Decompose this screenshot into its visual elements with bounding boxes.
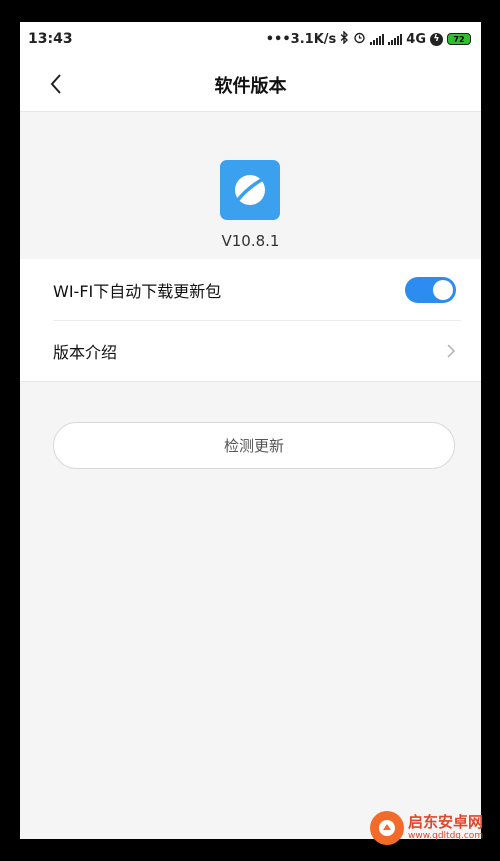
battery-icon: 72: [447, 33, 471, 45]
app-logo-icon: [235, 175, 265, 205]
status-indicators: •••3.1K/s 4G ϟ 72: [265, 29, 471, 48]
setting-wifi-auto-download: WI-FI下自动下载更新包: [20, 259, 481, 320]
watermark-url: www.qdltdq.com: [408, 831, 484, 842]
battery-level: 72: [453, 34, 465, 44]
settings-list: WI-FI下自动下载更新包 版本介绍: [20, 259, 481, 382]
signal-icon: [370, 33, 385, 45]
network-type: 4G: [406, 31, 426, 47]
phone-screen: 13:43 •••3.1K/s 4G ϟ 72 软件版本 V10.8.1 WI-…: [20, 22, 481, 839]
setting-label: WI-FI下自动下载更新包: [53, 281, 222, 301]
alarm-icon: [353, 31, 366, 48]
status-bar: 13:43 •••3.1K/s 4G ϟ 72: [20, 22, 481, 56]
watermark-text: 启东安卓网 www.qdltdq.com: [408, 813, 484, 842]
toggle-knob: [433, 280, 453, 300]
status-time: 13:43: [28, 31, 73, 47]
setting-label: 版本介绍: [53, 342, 118, 362]
network-speed: •••3.1K/s: [265, 31, 337, 47]
title-bar: 软件版本: [20, 56, 481, 112]
setting-version-intro[interactable]: 版本介绍: [20, 320, 481, 381]
wifi-auto-download-toggle[interactable]: [405, 277, 456, 303]
app-version: V10.8.1: [221, 232, 280, 250]
watermark: 启东安卓网 www.qdltdq.com: [370, 800, 500, 856]
check-update-button[interactable]: 检测更新: [53, 422, 455, 469]
watermark-logo-icon: [370, 811, 404, 845]
app-icon: [220, 160, 280, 220]
watermark-title: 启东安卓网: [408, 813, 484, 832]
page-title: 软件版本: [214, 76, 287, 97]
chevron-right-icon: [447, 344, 456, 358]
charging-icon: ϟ: [430, 32, 443, 46]
bluetooth-icon: [340, 29, 349, 48]
signal-icon-2: [388, 33, 403, 45]
